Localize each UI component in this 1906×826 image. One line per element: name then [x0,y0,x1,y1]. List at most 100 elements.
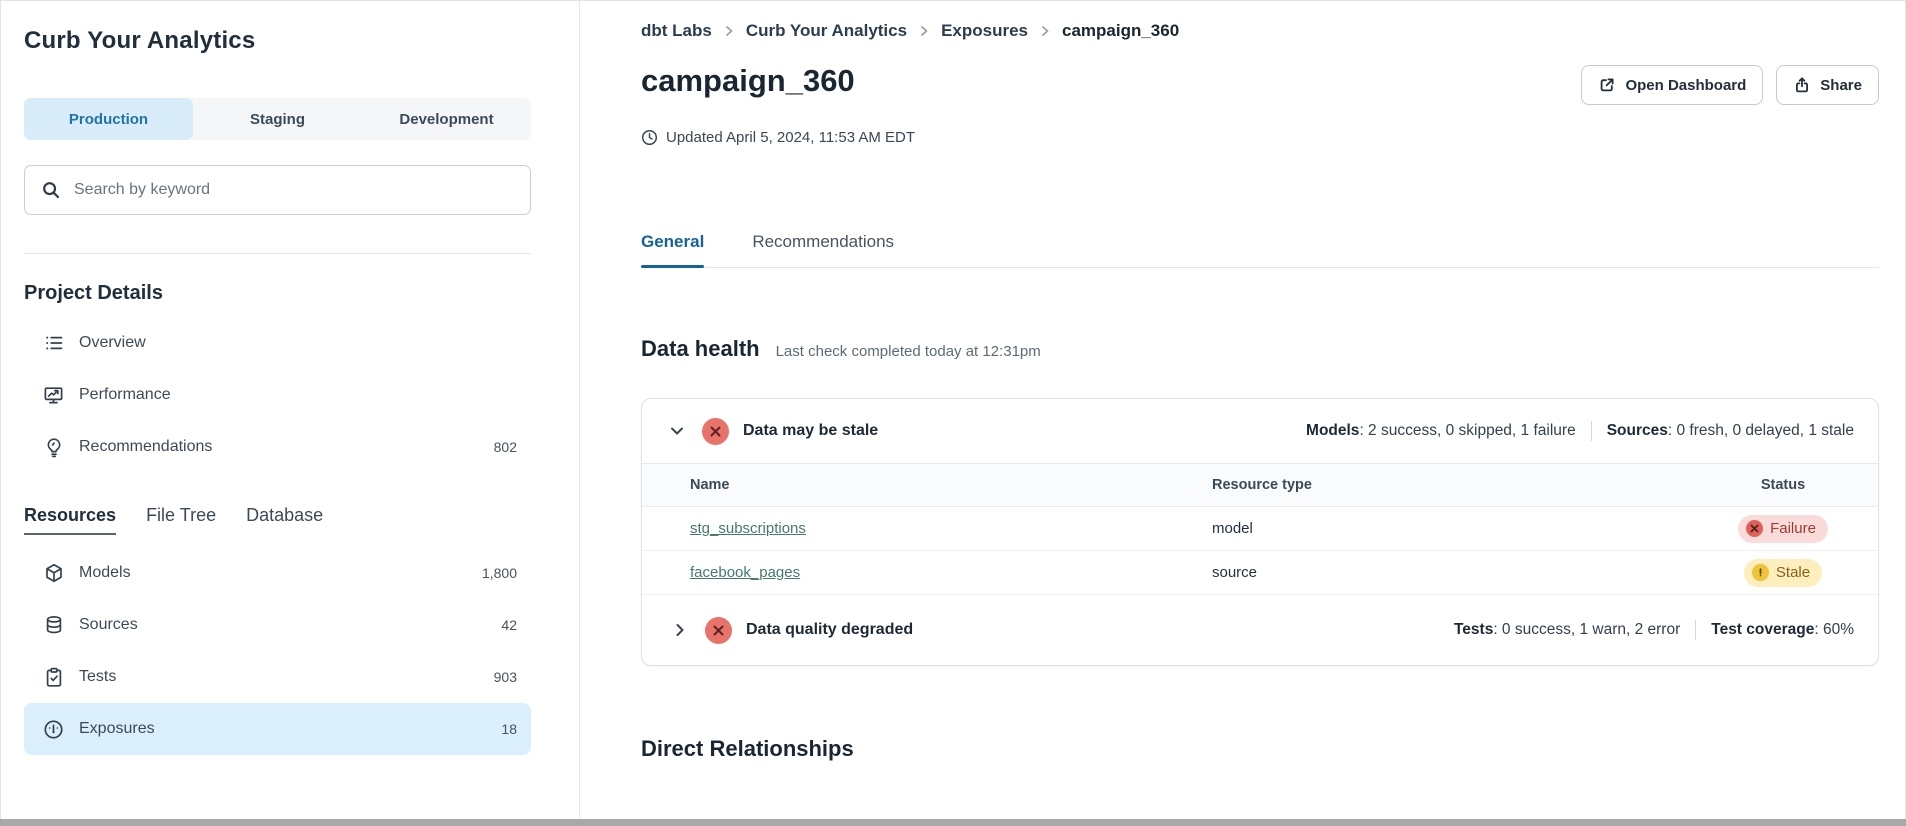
sidebar-item-label: Tests [79,668,479,686]
quality-group-title: Data quality degraded [746,621,913,639]
error-status-icon [702,418,729,445]
tests-count: 903 [494,669,517,685]
table-header-row: Name Resource type Status [642,463,1878,507]
open-dashboard-button[interactable]: Open Dashboard [1581,65,1763,105]
quality-group-header[interactable]: Data quality degraded Tests: 0 success, … [642,595,1878,665]
clock-icon [641,129,658,146]
sidebar-item-label: Exposures [79,720,486,738]
stale-group-stats: Models: 2 success, 0 skipped, 1 failure … [1306,421,1854,441]
last-updated-text: Updated April 5, 2024, 11:53 AM EDT [666,129,915,146]
exposures-count: 18 [501,721,517,737]
sources-stat: Sources: 0 fresh, 0 delayed, 1 stale [1607,422,1854,440]
column-header-name: Name [642,477,1212,493]
sidebar-item-exposures[interactable]: Exposures 18 [24,703,531,755]
sources-count: 42 [501,617,517,633]
column-header-resource-type: Resource type [1212,477,1688,493]
page-actions: Open Dashboard Share [1581,65,1879,105]
resource-view-tabs: Resources File Tree Database [24,505,531,535]
main-content: dbt Labs Curb Your Analytics Exposures c… [580,1,1905,819]
chevron-right-icon[interactable] [669,619,691,641]
sidebar-project-title: Curb Your Analytics [24,27,531,55]
chevron-down-icon[interactable] [666,420,688,442]
sidebar-item-overview[interactable]: Overview [24,317,531,369]
chevron-right-icon [723,25,735,37]
resource-link[interactable]: facebook_pages [690,564,800,581]
open-dashboard-label: Open Dashboard [1625,77,1746,94]
sidebar-item-recommendations[interactable]: Recommendations 802 [24,421,531,473]
clipboard-check-icon [43,667,64,688]
page-title: campaign_360 [641,63,855,99]
error-status-icon [1746,520,1763,537]
data-health-heading: Data health [641,336,760,362]
performance-chart-icon [43,385,64,406]
stale-resources-table: Name Resource type Status stg_subscripti… [642,463,1878,595]
breadcrumb-current: campaign_360 [1062,21,1179,41]
error-status-icon [705,617,732,644]
resource-link[interactable]: stg_subscriptions [690,520,806,537]
status-badge-label: Failure [1770,520,1816,537]
sidebar-item-label: Sources [79,616,486,634]
lightbulb-icon [43,437,64,458]
breadcrumb-project[interactable]: Curb Your Analytics [746,21,907,41]
database-icon [43,615,64,636]
env-tab-staging[interactable]: Staging [193,98,362,140]
breadcrumb-account[interactable]: dbt Labs [641,21,712,41]
sidebar-item-label: Recommendations [79,438,479,456]
sidebar-item-tests[interactable]: Tests 903 [24,651,531,703]
sidebar-item-performance[interactable]: Performance [24,369,531,421]
sidebar-divider [24,253,531,254]
tab-recommendations[interactable]: Recommendations [752,232,894,267]
share-label: Share [1820,77,1862,94]
quality-group-stats: Tests: 0 success, 1 warn, 2 error Test c… [1454,620,1854,640]
sidebar-item-label: Performance [79,386,517,404]
sidebar-item-label: Overview [79,334,517,352]
tab-general[interactable]: General [641,232,704,267]
share-icon [1793,76,1811,94]
direct-relationships-heading: Direct Relationships [641,736,1879,762]
project-details-heading: Project Details [24,282,531,305]
search-box[interactable] [24,165,531,215]
resource-type-cell: model [1212,520,1688,537]
environment-switcher: Production Staging Development [24,98,531,140]
tab-file-tree[interactable]: File Tree [146,505,216,535]
warning-status-icon [1752,564,1769,581]
dbt-explorer-app: Curb Your Analytics Production Staging D… [0,0,1906,819]
stale-group-header[interactable]: Data may be stale Models: 2 success, 0 s… [642,399,1878,463]
status-badge: Stale [1744,559,1822,587]
share-button[interactable]: Share [1776,65,1879,105]
test-coverage-stat: Test coverage: 60% [1711,621,1854,639]
table-row: stg_subscriptions model Failure [642,507,1878,551]
column-header-status: Status [1688,477,1878,493]
list-icon [43,333,64,354]
status-badge-label: Stale [1776,564,1810,581]
sidebar: Curb Your Analytics Production Staging D… [1,1,580,819]
sidebar-item-models[interactable]: Models 1,800 [24,547,531,599]
breadcrumb-exposures[interactable]: Exposures [941,21,1028,41]
env-tab-development[interactable]: Development [362,98,531,140]
data-health-card: Data may be stale Models: 2 success, 0 s… [641,398,1879,666]
search-input[interactable] [72,180,515,200]
table-row: facebook_pages source Stale [642,551,1878,595]
external-link-icon [1598,76,1616,94]
resource-type-cell: source [1212,564,1688,581]
tab-resources[interactable]: Resources [24,505,116,535]
stale-group-title: Data may be stale [743,422,878,440]
chevron-right-icon [918,25,930,37]
breadcrumb: dbt Labs Curb Your Analytics Exposures c… [641,21,1879,41]
stat-divider [1591,421,1592,441]
stat-divider [1695,620,1696,640]
project-details-nav: Overview Performance [24,317,531,473]
chevron-right-icon [1039,25,1051,37]
models-count: 1,800 [482,565,517,581]
sidebar-item-sources[interactable]: Sources 42 [24,599,531,651]
window-bottom-edge [0,819,1906,826]
status-badge: Failure [1738,515,1828,543]
detail-tabs: General Recommendations [641,232,1879,268]
cube-icon [43,563,64,584]
resources-nav: Models 1,800 Sources 42 [24,547,531,755]
tab-database[interactable]: Database [246,505,323,535]
recommendations-count: 802 [494,439,517,455]
env-tab-production[interactable]: Production [24,98,193,140]
gauge-icon [43,719,64,740]
sidebar-item-label: Models [79,564,467,582]
